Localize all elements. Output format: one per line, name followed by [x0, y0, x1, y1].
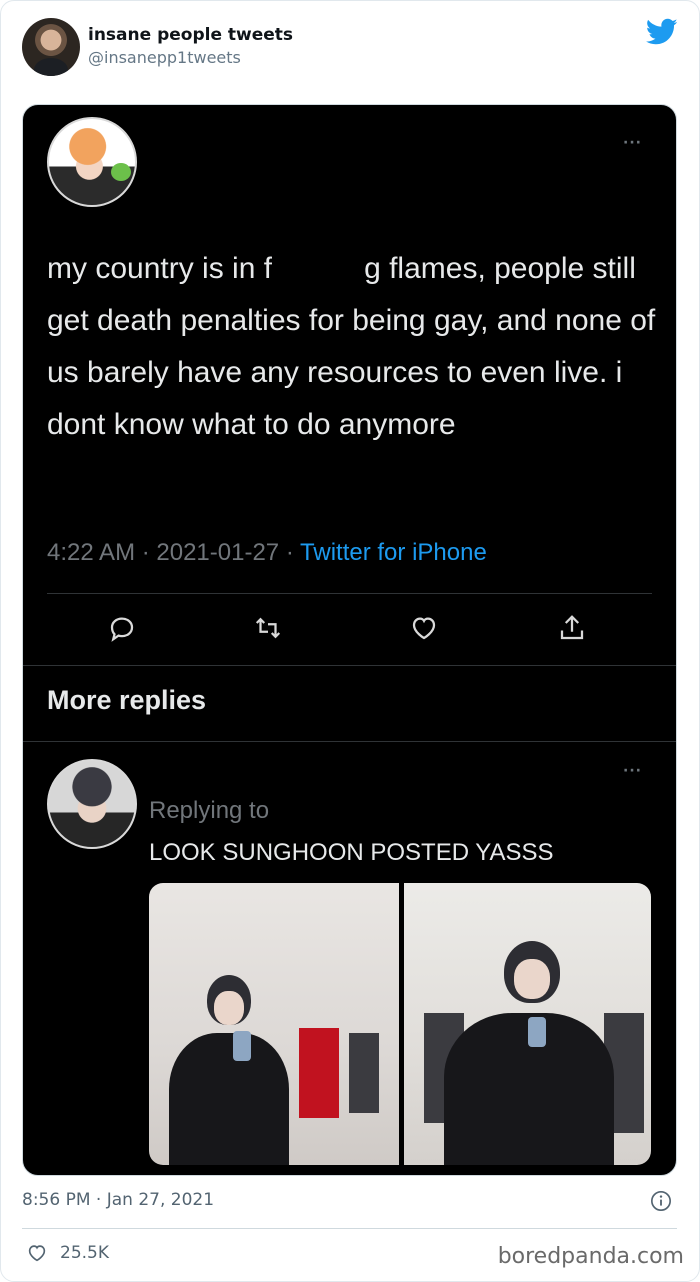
tweet-text-part-1: my country is in f	[47, 252, 273, 285]
inner-avatar[interactable]	[47, 117, 137, 207]
divider	[23, 665, 676, 666]
info-icon[interactable]	[650, 1190, 672, 1212]
author-name[interactable]: insane people tweets	[88, 24, 293, 46]
clothes-rack	[349, 1033, 379, 1113]
person-body	[169, 1033, 289, 1165]
reply-avatar[interactable]	[47, 759, 137, 849]
censor-block	[272, 255, 365, 286]
author-handle[interactable]: @insanepp1tweets	[88, 46, 293, 70]
reply-icon[interactable]	[107, 613, 137, 643]
divider	[23, 741, 676, 742]
reply-text: LOOK SUNGHOON POSTED YASSS	[149, 839, 554, 866]
phone-icon	[528, 1017, 546, 1047]
tweet-timestamp[interactable]: 4:22 AM · 2021-01-27 ·	[47, 539, 300, 566]
tweet-source[interactable]: Twitter for iPhone	[300, 539, 487, 566]
divider	[47, 593, 652, 594]
action-bar	[23, 613, 676, 653]
author-text: insane people tweets @insanepp1tweets	[88, 24, 293, 70]
divider	[22, 1228, 677, 1229]
like-icon[interactable]	[26, 1242, 48, 1264]
replying-to-label: Replying to	[149, 797, 270, 824]
likes-count[interactable]: 25.5K	[26, 1242, 109, 1264]
tweet-text: my country is in fg flames, people still…	[47, 243, 667, 451]
watermark: boredpanda.com	[497, 1244, 684, 1269]
retweet-icon[interactable]	[253, 613, 283, 643]
avatar[interactable]	[22, 18, 80, 76]
twitter-bird-icon[interactable]	[646, 18, 678, 46]
tweet-timestamp[interactable]: 8:56 PM · Jan 27, 2021	[22, 1190, 214, 1210]
person-face	[214, 991, 244, 1025]
like-icon[interactable]	[409, 613, 439, 643]
more-options-icon[interactable]: ···	[623, 135, 642, 151]
likes-value: 25.5K	[60, 1243, 109, 1263]
phone-icon	[233, 1031, 251, 1061]
clothes-rack	[299, 1028, 339, 1118]
embedded-screenshot: ··· my country is in fg flames, people s…	[22, 104, 677, 1176]
person-face	[514, 959, 550, 999]
more-options-icon[interactable]: ···	[623, 763, 642, 779]
reply-photo-2[interactable]	[404, 883, 651, 1165]
tweet-meta: 4:22 AM · 2021-01-27 · Twitter for iPhon…	[47, 539, 487, 567]
reply-photo-1[interactable]	[149, 883, 399, 1165]
frog-sticker-icon	[111, 163, 131, 181]
more-replies-heading: More replies	[47, 685, 207, 715]
share-icon[interactable]	[557, 613, 587, 643]
author-block[interactable]: insane people tweets @insanepp1tweets	[22, 18, 293, 76]
